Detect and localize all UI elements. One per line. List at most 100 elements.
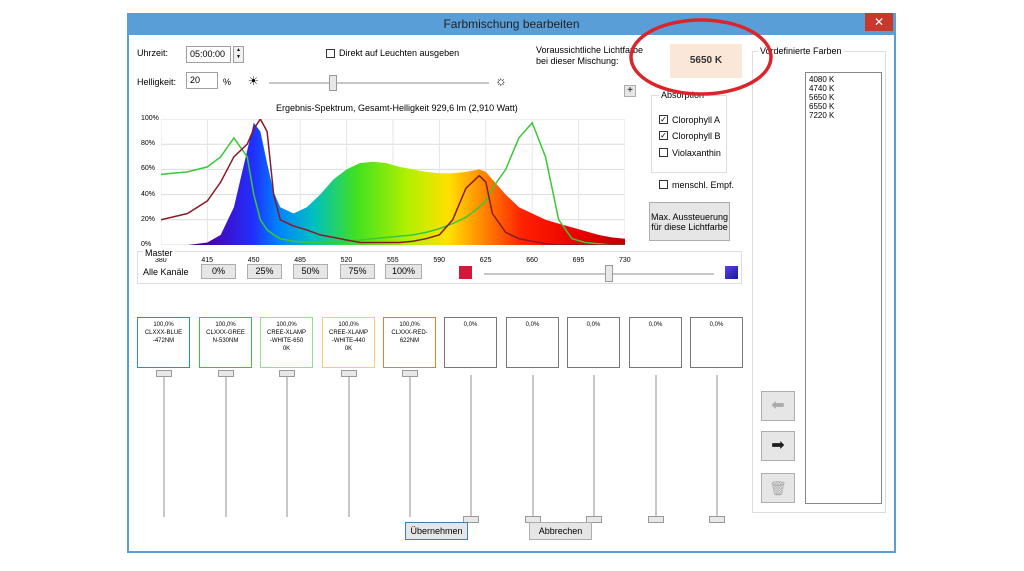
preset-50-button[interactable]: 50%: [293, 264, 328, 279]
channel-value: 100,0%: [276, 322, 297, 328]
dialog-client: Uhrzeit: 05:00:00 ▲ ▼ Direkt auf Leuchte…: [129, 35, 894, 551]
preset-100-button[interactable]: 100%: [385, 264, 422, 279]
apply-button[interactable]: Übernehmen: [405, 522, 468, 540]
chlorophyll-b-label: Clorophyll B: [672, 131, 721, 141]
list-item[interactable]: 6550 K: [809, 102, 878, 111]
y-tick-label: 100%: [141, 115, 159, 122]
human-sensitivity-checkbox[interactable]: [659, 180, 668, 189]
blue-swatch-icon: [725, 266, 738, 279]
sun-icon: ☀: [248, 74, 259, 88]
trash-icon[interactable]: 🗑: [761, 473, 795, 503]
channel-slider-thumb[interactable]: [648, 516, 664, 523]
predefined-list[interactable]: 4080 K 4740 K 5650 K 6550 K 7220 K: [805, 72, 882, 504]
channel-slider-track[interactable]: [225, 375, 227, 517]
channel-box[interactable]: 0,0%: [690, 317, 743, 368]
expected-color-label-2: bei dieser Mischung:: [536, 56, 619, 66]
time-spinner[interactable]: ▲ ▼: [233, 46, 244, 63]
channel-slider-thumb[interactable]: [279, 370, 295, 377]
preset-75-button[interactable]: 75%: [340, 264, 375, 279]
channel-slider-thumb[interactable]: [341, 370, 357, 377]
max-output-label-2: für diese Lichtfarbe: [651, 222, 728, 232]
channel-slider-track[interactable]: [593, 375, 595, 517]
max-output-button[interactable]: Max. Aussteuerung für diese Lichtfarbe: [649, 202, 730, 241]
window-title: Farbmischung bearbeiten: [443, 17, 580, 31]
channel-value: 0,0%: [648, 322, 663, 328]
channel-value: 0,0%: [525, 322, 540, 328]
y-tick-label: 60%: [141, 165, 156, 173]
channel-slider-thumb[interactable]: [156, 370, 172, 377]
channel-name-line: 0K: [282, 346, 291, 352]
channel-name-line: 622NM: [399, 338, 420, 344]
arrow-left-icon[interactable]: ⬅: [761, 391, 795, 421]
channel-value: 100,0%: [215, 322, 236, 328]
list-item[interactable]: 4740 K: [809, 84, 878, 93]
channel-box[interactable]: 100,0% CLXXX-BLUE -472NM: [137, 317, 190, 368]
channel-slider-thumb[interactable]: [218, 370, 234, 377]
channel-name-line: CLXXX-GREE: [206, 330, 245, 336]
master-slider-thumb[interactable]: [605, 265, 613, 282]
channel-value: 100,0%: [153, 322, 174, 328]
channel-slider-track[interactable]: [655, 375, 657, 517]
direct-output-label: Direkt auf Leuchten ausgeben: [339, 48, 460, 58]
channel-slider-track[interactable]: [532, 375, 534, 517]
channel-box[interactable]: 100,0% CREE-XLAMP -WHITE-650 0K: [260, 317, 313, 368]
master-slider-track[interactable]: [484, 273, 714, 275]
y-tick-label: 20%: [141, 215, 156, 223]
channel-slider-track[interactable]: [163, 375, 165, 517]
channel-slider-thumb[interactable]: [709, 516, 725, 523]
chlorophyll-a-checkbox[interactable]: ✓: [659, 115, 668, 124]
brightness-input[interactable]: 20: [186, 72, 218, 89]
sun-bright-icon: ☼: [495, 73, 507, 88]
channel-box[interactable]: 100,0% CLXXX-GREE N-530NM: [199, 317, 252, 368]
direct-output-checkbox[interactable]: [326, 49, 335, 58]
red-swatch-icon: [459, 266, 472, 279]
channel-slider-thumb[interactable]: [402, 370, 418, 377]
channel-name-line: -472NM: [152, 338, 175, 344]
channel-name-line: CLXXX-BLUE: [144, 330, 183, 336]
max-output-label-1: Max. Aussteuerung: [650, 212, 729, 222]
chlorophyll-b-checkbox[interactable]: ✓: [659, 131, 668, 140]
channel-slider-track[interactable]: [409, 375, 411, 517]
channel-slider-track[interactable]: [716, 375, 718, 517]
channel-name-line: CREE-XLAMP: [266, 330, 306, 336]
channel-name-line: CLXXX-RED-: [391, 330, 428, 336]
channel-name-line: -WHITE-440: [331, 338, 366, 344]
arrow-right-icon[interactable]: ➡: [761, 431, 795, 461]
preset-0-button[interactable]: 0%: [201, 264, 236, 279]
y-tick-label: 80%: [141, 140, 156, 148]
all-channels-label: Alle Kanäle: [143, 267, 189, 277]
channel-box[interactable]: 0,0%: [444, 317, 497, 368]
channel-slider-track[interactable]: [286, 375, 288, 517]
spin-up-icon[interactable]: ▲: [234, 47, 243, 54]
channel-name-line: CREE-XLAMP: [328, 330, 368, 336]
channel-slider-track[interactable]: [470, 375, 472, 517]
channel-box[interactable]: 100,0% CLXXX-RED- 622NM: [383, 317, 436, 368]
time-input[interactable]: 05:00:00: [186, 46, 231, 63]
channel-box[interactable]: 0,0%: [629, 317, 682, 368]
preset-25-button[interactable]: 25%: [247, 264, 282, 279]
brightness-slider-track[interactable]: [269, 82, 489, 84]
channel-value: 0,0%: [709, 322, 724, 328]
title-bar[interactable]: Farbmischung bearbeiten ✕: [127, 13, 896, 35]
close-button[interactable]: ✕: [865, 13, 893, 31]
human-sensitivity-label: menschl. Empf.: [672, 180, 735, 190]
channel-value: 0,0%: [463, 322, 478, 328]
channel-name-line: 0K: [344, 346, 353, 352]
channel-value: 100,0%: [338, 322, 359, 328]
violaxanthin-label: Violaxanthin: [672, 148, 721, 158]
channel-box[interactable]: 0,0%: [567, 317, 620, 368]
list-item[interactable]: 4080 K: [809, 75, 878, 84]
master-title: Master: [143, 248, 175, 258]
cancel-button[interactable]: Abbrechen: [529, 522, 592, 540]
spin-down-icon[interactable]: ▼: [234, 54, 243, 61]
brightness-slider-thumb[interactable]: [329, 75, 337, 91]
list-item[interactable]: 7220 K: [809, 111, 878, 120]
channel-box[interactable]: 0,0%: [506, 317, 559, 368]
annotation-ellipse: [629, 18, 773, 96]
channel-box[interactable]: 100,0% CREE-XLAMP -WHITE-440 0K: [322, 317, 375, 368]
violaxanthin-checkbox[interactable]: [659, 148, 668, 157]
list-item[interactable]: 5650 K: [809, 93, 878, 102]
channel-value: 100,0%: [399, 322, 420, 328]
brightness-unit: %: [223, 77, 232, 87]
channel-slider-track[interactable]: [348, 375, 350, 517]
